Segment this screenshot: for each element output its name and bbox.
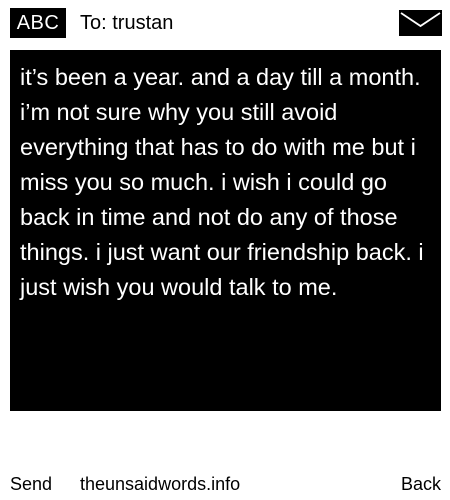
- message-header: ABC To: trustan: [0, 0, 450, 44]
- site-link[interactable]: theunsaidwords.info: [80, 472, 240, 496]
- keyboard-mode-badge[interactable]: ABC: [10, 8, 66, 38]
- message-text[interactable]: it’s been a year. and a day till a month…: [20, 60, 431, 305]
- envelope-icon: [399, 10, 442, 36]
- message-body-panel[interactable]: it’s been a year. and a day till a month…: [10, 50, 441, 411]
- send-button[interactable]: Send: [10, 472, 52, 496]
- back-button[interactable]: Back: [401, 472, 441, 496]
- recipient-label: To: trustan: [80, 12, 174, 34]
